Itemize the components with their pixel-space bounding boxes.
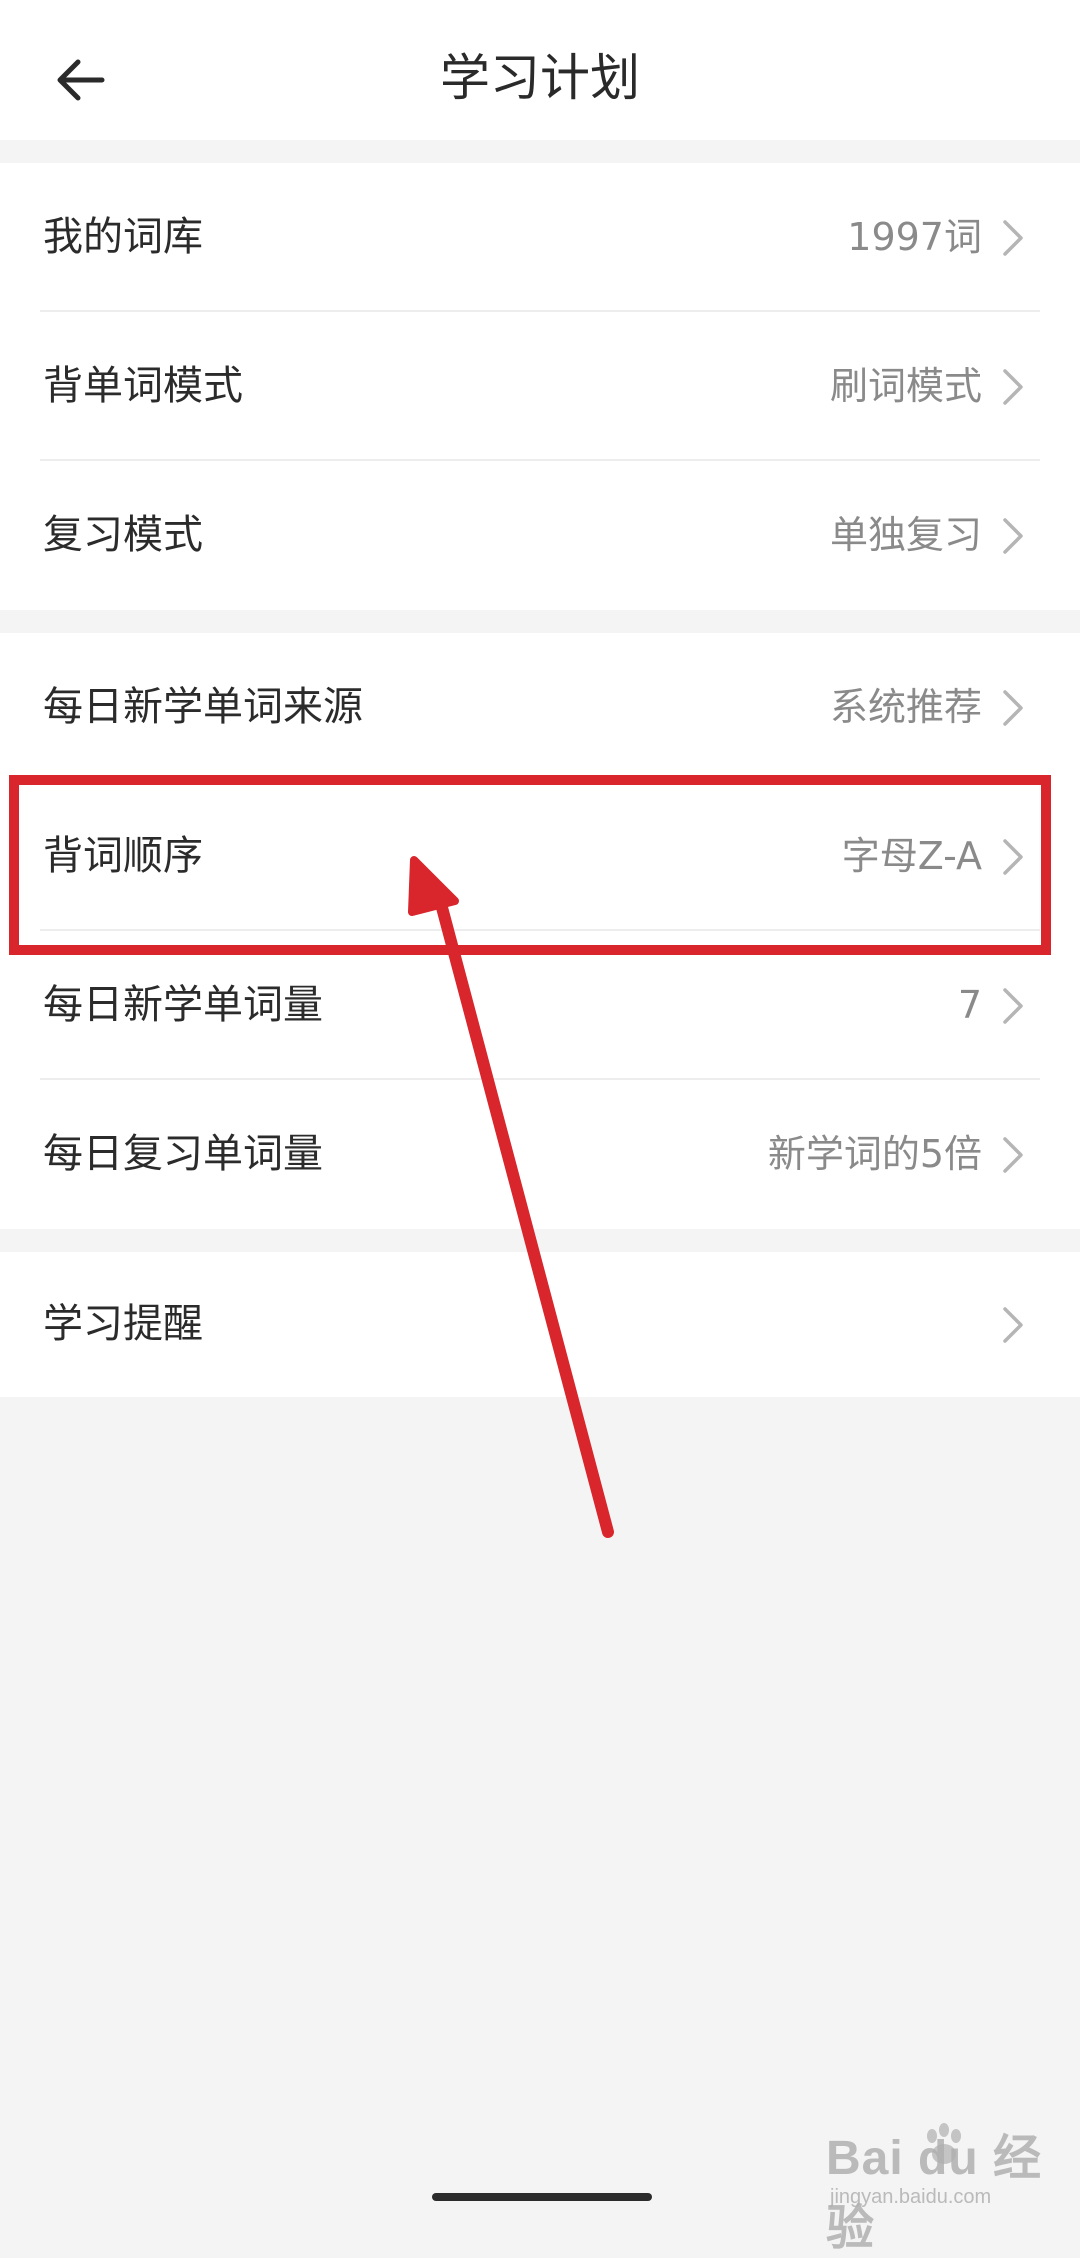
row-label: 每日复习单词量 bbox=[43, 1131, 323, 1177]
chevron-right-icon bbox=[1003, 690, 1023, 726]
row-label: 学习提醒 bbox=[43, 1301, 203, 1347]
chevron-right-icon bbox=[1003, 1137, 1023, 1173]
chevron-right-icon bbox=[1003, 988, 1023, 1024]
row-value: 字母Z-A bbox=[841, 834, 982, 878]
page-title: 学习计划 bbox=[440, 49, 640, 107]
chevron-right-icon bbox=[1003, 518, 1023, 554]
home-indicator[interactable] bbox=[432, 2193, 652, 2201]
chevron-right-icon bbox=[1003, 220, 1023, 256]
row-value: 单独复习 bbox=[829, 513, 982, 557]
row-review-mode[interactable]: 复习模式 单独复习 bbox=[0, 461, 1080, 610]
settings-group-library: 我的词库 1997词 背单词模式 刷词模式 复习模式 单独复习 bbox=[0, 163, 1080, 610]
row-study-reminder[interactable]: 学习提醒 bbox=[0, 1252, 1080, 1397]
chevron-right-icon bbox=[1003, 1307, 1023, 1343]
row-value: 1997词 bbox=[847, 215, 982, 259]
row-memorize-mode[interactable]: 背单词模式 刷词模式 bbox=[0, 312, 1080, 461]
row-label: 背词顺序 bbox=[43, 833, 203, 879]
paw-logo-icon bbox=[927, 2123, 961, 2164]
baidu-jingyan-watermark: Bai du 经验 jingyan.baidu.com bbox=[826, 2118, 1046, 2255]
watermark-main-text: Bai du 经验 bbox=[826, 2132, 1043, 2255]
row-my-wordbank[interactable]: 我的词库 1997词 bbox=[0, 163, 1080, 312]
settings-group-daily: 每日新学单词来源 系统推荐 背词顺序 字母Z-A 每日新学单词量 7 每日复习单… bbox=[0, 633, 1080, 1229]
row-new-word-source[interactable]: 每日新学单词来源 系统推荐 bbox=[0, 633, 1080, 782]
row-value: 系统推荐 bbox=[829, 685, 982, 729]
row-value: 新学词的5倍 bbox=[767, 1132, 982, 1176]
settings-group-reminder: 学习提醒 bbox=[0, 1252, 1080, 1397]
row-value: 刷词模式 bbox=[829, 364, 982, 408]
row-label: 复习模式 bbox=[43, 512, 203, 558]
chevron-right-icon bbox=[1003, 839, 1023, 875]
row-word-order[interactable]: 背词顺序 字母Z-A bbox=[0, 782, 1080, 931]
row-daily-new-count[interactable]: 每日新学单词量 7 bbox=[0, 931, 1080, 1080]
row-value: 7 bbox=[957, 983, 982, 1027]
row-label: 我的词库 bbox=[43, 214, 203, 260]
watermark-sub-text: jingyan.baidu.com bbox=[830, 2186, 992, 2208]
chevron-right-icon bbox=[1003, 369, 1023, 405]
row-daily-review-count[interactable]: 每日复习单词量 新学词的5倍 bbox=[0, 1080, 1080, 1229]
row-label: 每日新学单词来源 bbox=[43, 684, 363, 730]
row-label: 背单词模式 bbox=[43, 363, 243, 409]
row-label: 每日新学单词量 bbox=[43, 982, 323, 1028]
